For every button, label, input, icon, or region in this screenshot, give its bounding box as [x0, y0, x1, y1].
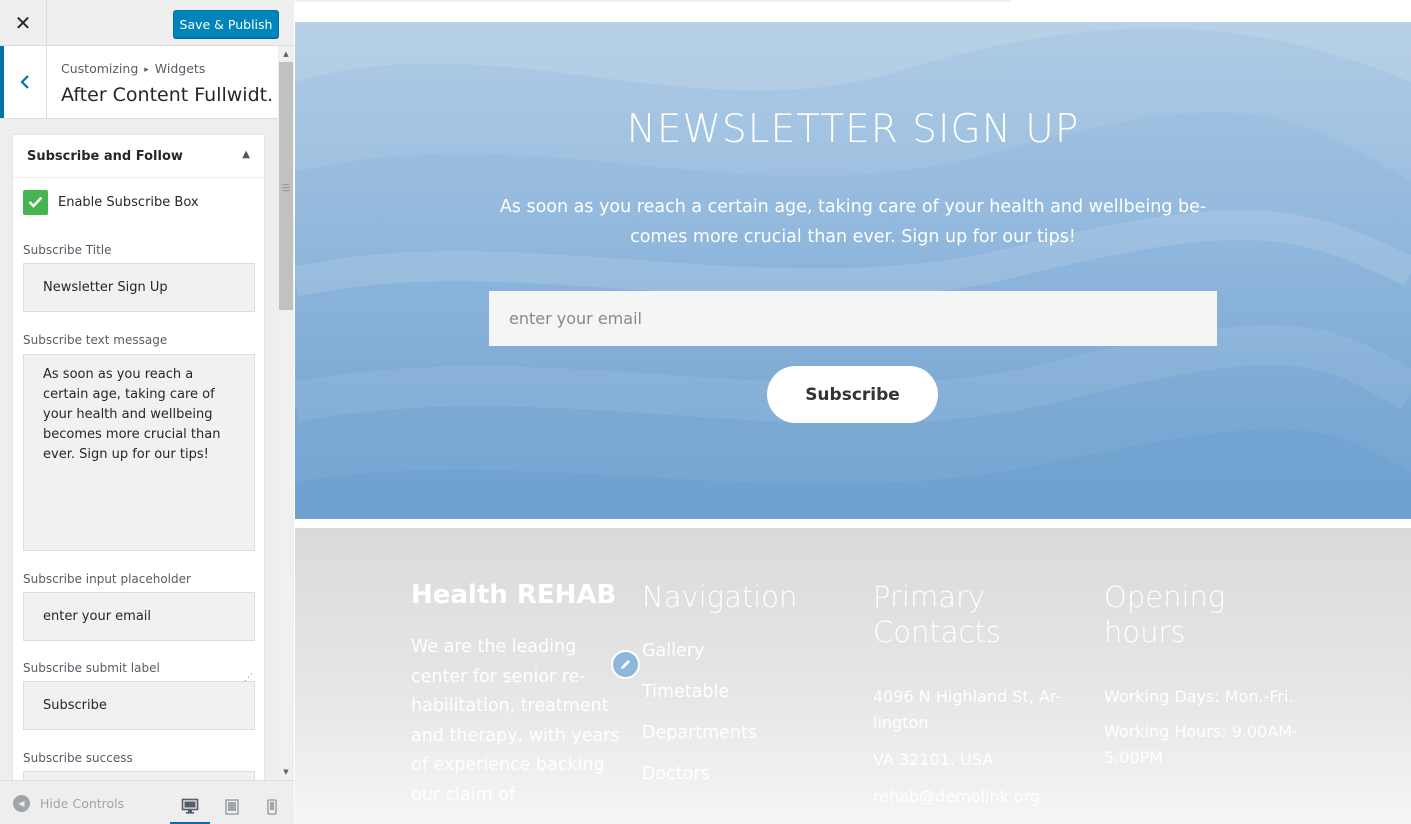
subscribe-placeholder-input[interactable]: [23, 592, 255, 641]
subscribe-title-input[interactable]: [23, 263, 255, 312]
widget-title: Subscribe and Follow: [27, 149, 183, 164]
footer-contacts-heading: Primary Contacts: [873, 580, 1001, 649]
newsletter-email-input[interactable]: [489, 291, 1217, 346]
checkmark-icon: [28, 196, 43, 208]
footer-contact-city: VA 32101, USA: [873, 750, 994, 769]
footer-contact-address: 4096 N Highland St, Ar-lington: [873, 687, 1062, 732]
footer-brand: Health REHAB: [411, 580, 617, 610]
footer-hours-days: Working Days: Mon.-Fri.: [1104, 687, 1294, 706]
hide-controls-label: Hide Controls: [40, 796, 125, 811]
footer-about-text: We are the leading center for senior re-…: [411, 637, 620, 805]
customizer-footer: ◀ Hide Controls: [0, 780, 294, 824]
breadcrumb-separator-icon: ▸: [144, 65, 149, 75]
grip-icon: — — —: [282, 180, 290, 195]
section-title: After Content Fullwidt...: [61, 84, 271, 106]
footer-hours-heading: Opening hours: [1104, 580, 1226, 649]
footer-hours-list: Working Days: Mon.-Fri. Working Hours: 9…: [1104, 684, 1304, 771]
footer-nav-item[interactable]: Gallery: [642, 631, 852, 672]
widget-header[interactable]: Subscribe and Follow ▲: [13, 135, 264, 178]
newsletter-subscribe-button[interactable]: Subscribe: [767, 366, 938, 423]
footer-nav-item[interactable]: Doctors: [642, 754, 852, 795]
subscribe-title-label: Subscribe Title: [23, 243, 112, 257]
footer-contacts-column: Primary Contacts 4096 N Highland St, Ar-…: [873, 580, 1083, 810]
hide-controls-button[interactable]: ◀ Hide Controls: [13, 795, 124, 812]
preview-tablet-button[interactable]: [212, 789, 252, 824]
subscribe-submit-input[interactable]: [23, 681, 255, 730]
section-header: Customizing ▸ Widgets After Content Fullwi…: [0, 46, 278, 119]
preview-top-strip: [295, 0, 1411, 22]
site-footer: Health REHAB We are the leading center f…: [295, 528, 1411, 824]
breadcrumb: Customizing ▸ Widgets: [61, 61, 205, 76]
footer-nav-item[interactable]: Departments: [642, 713, 852, 754]
preview-desktop-button[interactable]: [170, 789, 210, 824]
subscribe-message-textarea[interactable]: As soon as you reach a certain age, taki…: [23, 354, 255, 551]
customizer-scroll-area: Customizing ▸ Widgets After Content Fullwi…: [0, 46, 294, 780]
footer-navigation-list: Gallery Timetable Departments Doctors: [642, 631, 852, 795]
site-preview: NEWSLETTER SIGN UP As soon as you reach …: [295, 0, 1411, 824]
subscribe-success-input[interactable]: [23, 771, 255, 780]
subscribe-submit-label: Subscribe submit label: [23, 661, 160, 675]
footer-navigation-column: Navigation Gallery Timetable Departments…: [642, 580, 852, 795]
customizer-panel: ✕ Save & Publish Customizing ▸ Widgets Aft…: [0, 0, 294, 824]
footer-about-column: Health REHAB We are the leading center f…: [411, 580, 621, 810]
subscribe-placeholder-label: Subscribe input placeholder: [23, 572, 191, 586]
desktop-icon: [181, 798, 199, 814]
section-divider: [295, 519, 1411, 528]
scroll-down-arrow-icon[interactable]: ▼: [278, 764, 294, 780]
widget-subscribe-and-follow: Subscribe and Follow ▲ Enable Subscribe …: [12, 134, 265, 780]
chevron-left-icon: [20, 75, 29, 89]
newsletter-title: NEWSLETTER SIGN UP: [626, 107, 1080, 152]
enable-subscribe-label: Enable Subscribe Box: [58, 194, 199, 210]
subscribe-message-label: Subscribe text message: [23, 333, 168, 347]
footer-navigation-heading: Navigation: [642, 580, 798, 614]
preview-mobile-button[interactable]: [252, 789, 292, 824]
scrollbar-thumb[interactable]: — — —: [279, 62, 293, 310]
footer-hours-column: Opening hours Working Days: Mon.-Fri. Wo…: [1104, 580, 1314, 771]
close-icon[interactable]: ✕: [0, 0, 47, 46]
mobile-icon: [267, 799, 277, 815]
wave-background: [295, 22, 1411, 519]
breadcrumb-item-widgets: Widgets: [154, 61, 206, 76]
preview-top-divider: [295, 0, 1011, 2]
scroll-up-arrow-icon[interactable]: ▲: [278, 46, 294, 62]
newsletter-text: As soon as you reach a certain age, taki…: [499, 197, 1207, 247]
collapse-left-icon: ◀: [13, 795, 30, 812]
footer-nav-item[interactable]: Timetable: [642, 672, 852, 713]
footer-contacts-list: 4096 N Highland St, Ar-lington VA 32101,…: [873, 684, 1063, 810]
newsletter-section: NEWSLETTER SIGN UP As soon as you reach …: [295, 22, 1411, 519]
customizer-topbar: ✕ Save & Publish: [0, 0, 294, 46]
collapse-arrow-icon[interactable]: ▲: [242, 149, 250, 160]
footer-hours-time: Working Hours: 9.00AM-5.00PM: [1104, 722, 1298, 767]
back-button[interactable]: [0, 46, 47, 118]
breadcrumb-item-customizing: Customizing: [61, 61, 139, 76]
save-publish-button[interactable]: Save & Publish: [173, 10, 279, 38]
panel-scrollbar[interactable]: ▲ — — — ▼: [278, 46, 294, 780]
enable-subscribe-checkbox[interactable]: [23, 189, 48, 215]
enable-subscribe-row: Enable Subscribe Box: [23, 189, 199, 215]
edit-shortcut-pencil-icon[interactable]: [611, 650, 640, 679]
tablet-icon: [225, 799, 239, 815]
footer-contact-email[interactable]: rehab@demolink.org: [873, 784, 1063, 810]
subscribe-success-label: Subscribe success: [23, 751, 133, 765]
